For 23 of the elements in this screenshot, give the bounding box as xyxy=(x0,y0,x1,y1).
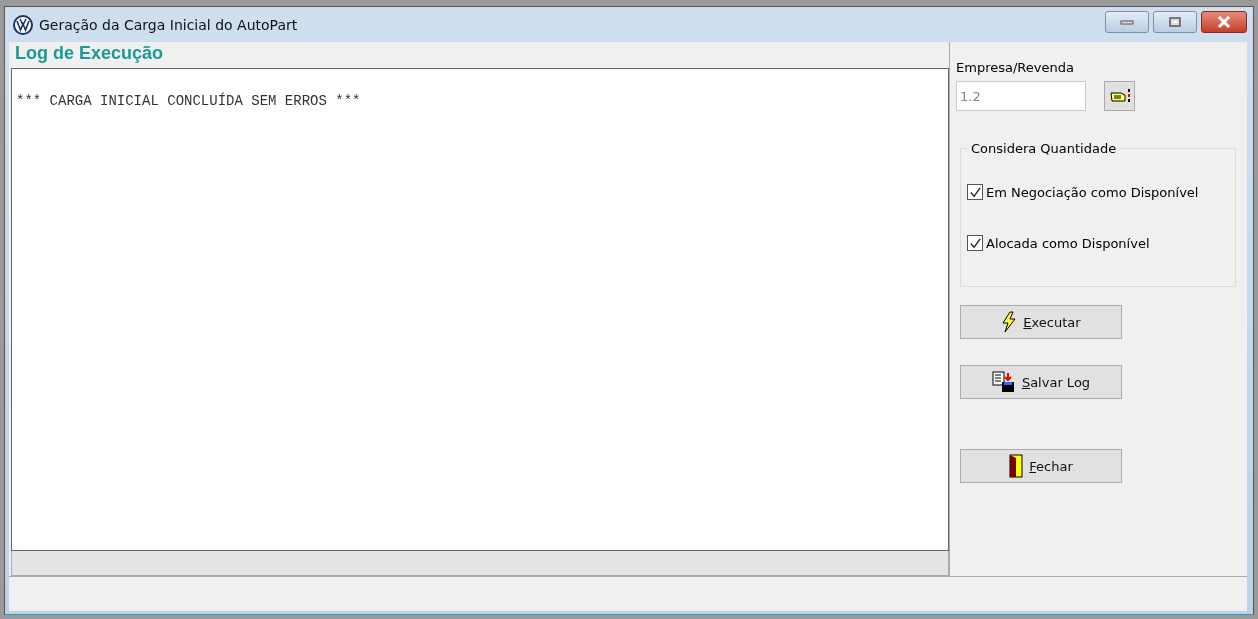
close-window-button[interactable]: Fechar xyxy=(960,449,1122,483)
minimize-button[interactable] xyxy=(1105,11,1149,33)
door-icon xyxy=(1009,454,1024,478)
save-document-icon xyxy=(991,371,1016,393)
minimize-icon xyxy=(1119,18,1135,26)
checkbox[interactable] xyxy=(967,235,983,251)
checkbox-label: Alocada como Disponível xyxy=(986,235,1150,251)
lightning-icon xyxy=(1001,311,1018,333)
save-log-button[interactable]: Salvar Log xyxy=(960,365,1122,399)
group-title: Considera Quantidade xyxy=(970,141,1118,156)
logo-icon xyxy=(13,14,33,35)
maximize-icon xyxy=(1167,17,1183,27)
close-icon xyxy=(1216,16,1232,28)
checkbox-label: Em Negociação como Disponível xyxy=(986,184,1199,200)
maximize-button[interactable] xyxy=(1153,11,1197,33)
log-heading: Log de Execução xyxy=(14,42,165,65)
field-label: Empresa/Revenda xyxy=(956,60,1074,75)
execute-button[interactable]: Executar xyxy=(960,305,1122,339)
window-title: Geração da Carga Inicial do AutoPart xyxy=(39,16,298,33)
close-button[interactable] xyxy=(1201,11,1247,33)
checkbox[interactable] xyxy=(967,184,983,200)
log-line: *** CARGA INICIAL CONCLUÍDA SEM ERROS *** xyxy=(16,93,362,109)
lookup-button[interactable] xyxy=(1104,81,1135,111)
